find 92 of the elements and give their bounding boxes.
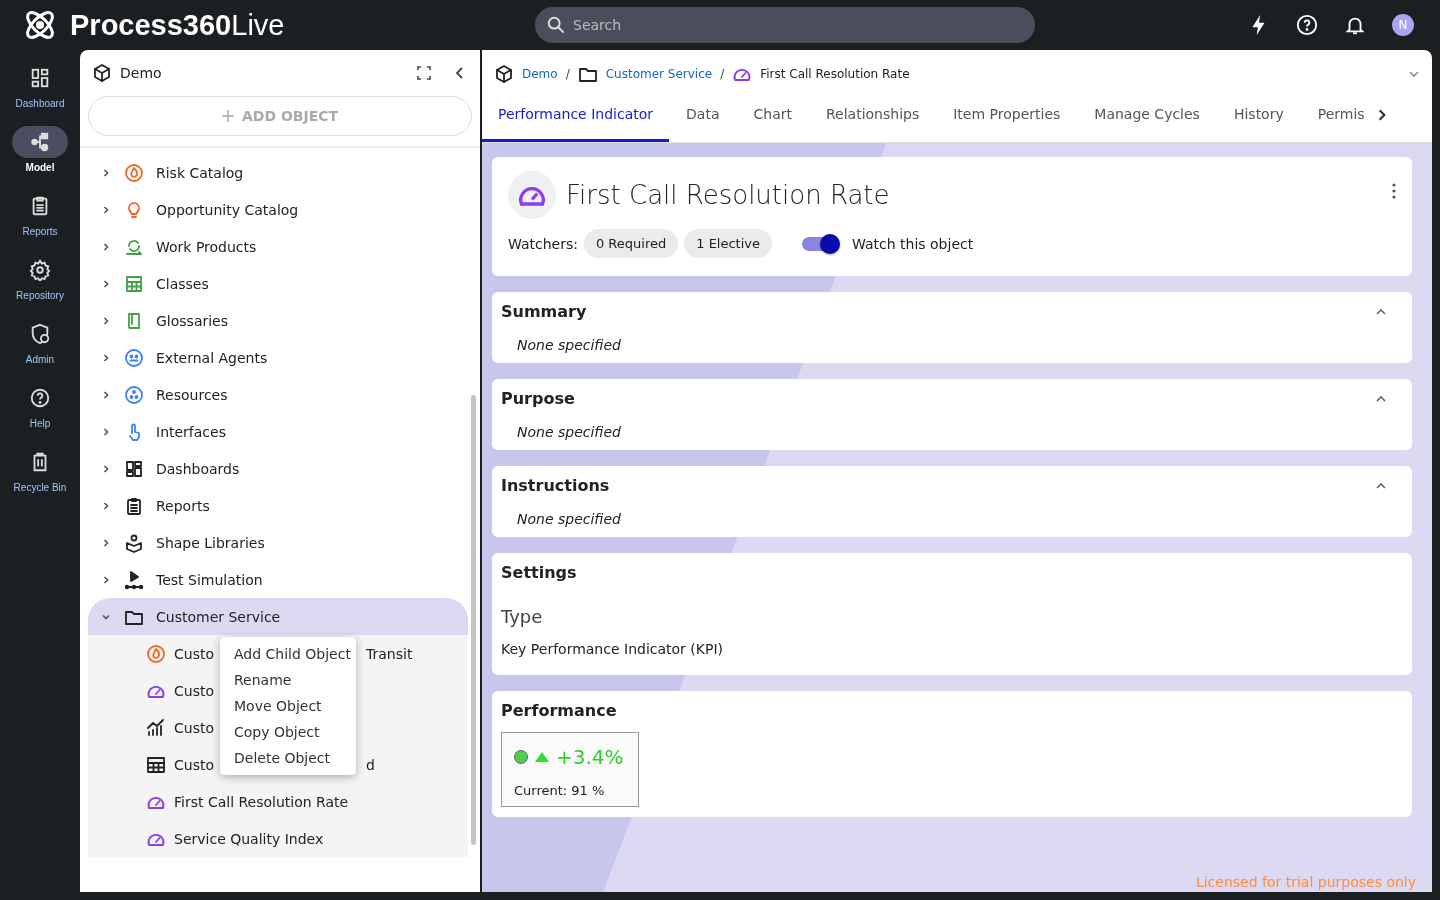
section-text: None specified: [517, 337, 622, 353]
group-icon: [124, 347, 144, 368]
dashboard-icon: [124, 458, 144, 479]
watch-toggle[interactable]: [802, 236, 838, 251]
change-value: +3.4%: [556, 745, 624, 769]
watchers-chip[interactable]: 0 Required: [583, 229, 679, 258]
nav-item[interactable]: Admin: [2, 318, 78, 376]
tab[interactable]: Item Properties: [936, 88, 1078, 142]
tab[interactable]: Manage Cycles: [1077, 88, 1217, 142]
section-title: Summary: [501, 302, 588, 321]
tab[interactable]: Relationships: [808, 88, 937, 142]
help-icon: [29, 387, 51, 409]
scrollbar[interactable]: [471, 395, 476, 845]
dots-circle-icon: [124, 384, 144, 405]
section-text: None specified: [517, 511, 622, 527]
toggle-label: Watch this object: [852, 235, 974, 252]
dashboard-icon: [29, 67, 51, 89]
tree-item-label: Transit: [366, 645, 413, 662]
gauge-icon-badge: [508, 171, 556, 219]
watchers-label: Watchers:: [508, 235, 578, 252]
breadcrumb-separator: /: [565, 67, 570, 81]
watchers-chip[interactable]: 1 Elective: [684, 229, 772, 258]
search-icon: [547, 16, 565, 34]
section-title: Instructions: [501, 476, 611, 495]
package-icon: [124, 532, 144, 553]
settings-icon: [29, 259, 51, 281]
tree-item[interactable]: Glossaries: [88, 302, 468, 339]
nav-item[interactable]: Dashboard: [2, 62, 78, 120]
flame-icon: [146, 643, 166, 664]
table-icon: [146, 754, 166, 775]
menu-item[interactable]: Move Object: [220, 693, 356, 719]
field-value: Key Performance Indicator (KPI): [501, 641, 724, 657]
menu-item[interactable]: Rename: [220, 667, 356, 693]
clipboard-icon: [124, 495, 144, 516]
more-icon[interactable]: [1392, 183, 1396, 199]
app-logo-text: Process360Live: [70, 8, 285, 42]
current-value: Current: 91 %: [514, 783, 606, 798]
chevron-down-icon[interactable]: [1408, 68, 1420, 80]
expand-icon[interactable]: [416, 65, 432, 81]
tree-item[interactable]: Custo: [174, 645, 214, 662]
cube-icon: [92, 63, 112, 83]
tree-item[interactable]: Custo: [174, 719, 214, 736]
menu-item[interactable]: Delete Object: [220, 745, 356, 771]
nav-item[interactable]: Help: [2, 382, 78, 440]
tree-item[interactable]: Reports: [88, 487, 468, 524]
shield-icon: [29, 323, 51, 345]
menu-item[interactable]: Copy Object: [220, 719, 356, 745]
tree-item[interactable]: Classes: [88, 265, 468, 302]
nav-item[interactable]: Recycle Bin: [2, 446, 78, 504]
breadcrumb-separator: /: [720, 67, 725, 81]
tab[interactable]: Chart: [736, 88, 809, 142]
tree-item[interactable]: Opportunity Catalog: [88, 191, 468, 228]
field-label: Type: [501, 606, 544, 627]
grid-icon: [124, 273, 144, 294]
tree-item-label: d: [366, 756, 375, 773]
tree-item[interactable]: Work Products: [88, 228, 468, 265]
tree-item[interactable]: Custo: [174, 682, 214, 699]
tree-item[interactable]: Shape Libraries: [88, 524, 468, 561]
tree-item[interactable]: Customer Service: [88, 598, 468, 635]
section-title: Settings: [501, 563, 578, 582]
tree-item[interactable]: Dashboards: [88, 450, 468, 487]
tree-item[interactable]: External Agents: [88, 339, 468, 376]
tree-item[interactable]: Interfaces: [88, 413, 468, 450]
object-title: First Call Resolution Rate: [566, 180, 891, 210]
tab[interactable]: History: [1216, 88, 1301, 142]
cube-icon: [494, 64, 514, 84]
tree-item[interactable]: Resources: [88, 376, 468, 413]
nav-item[interactable]: Repository: [2, 254, 78, 312]
tree-item[interactable]: Custo: [174, 756, 214, 773]
tree-item[interactable]: Test Simulation: [88, 561, 468, 598]
project-title: Demo: [120, 65, 163, 81]
tree-item[interactable]: Risk Catalog: [88, 154, 468, 191]
menu-item[interactable]: Add Child Object: [220, 641, 356, 667]
search-field[interactable]: Search: [535, 7, 1035, 43]
section-title: Performance: [501, 701, 618, 720]
help-icon[interactable]: [1296, 14, 1318, 36]
nav-item[interactable]: Model: [2, 126, 78, 184]
play-icon: [124, 569, 144, 590]
breadcrumb-link[interactable]: Customer Service: [605, 67, 713, 81]
tree-item[interactable]: First Call Resolution Rate: [174, 793, 349, 810]
tab[interactable]: Permis: [1300, 88, 1373, 142]
hierarchy-icon: [29, 131, 51, 153]
section-title: Purpose: [501, 389, 576, 408]
chart-icon: [146, 717, 166, 738]
plus-icon: [221, 110, 234, 122]
license-note: Licensed for trial purposes only: [1195, 874, 1416, 890]
nav-item[interactable]: Reports: [2, 190, 78, 248]
breadcrumb-link[interactable]: Demo: [522, 67, 558, 81]
tab[interactable]: Data: [669, 88, 737, 142]
flame-icon: [124, 162, 144, 183]
tree-item[interactable]: Service Quality Index: [174, 830, 324, 847]
section-text: None specified: [517, 424, 622, 440]
